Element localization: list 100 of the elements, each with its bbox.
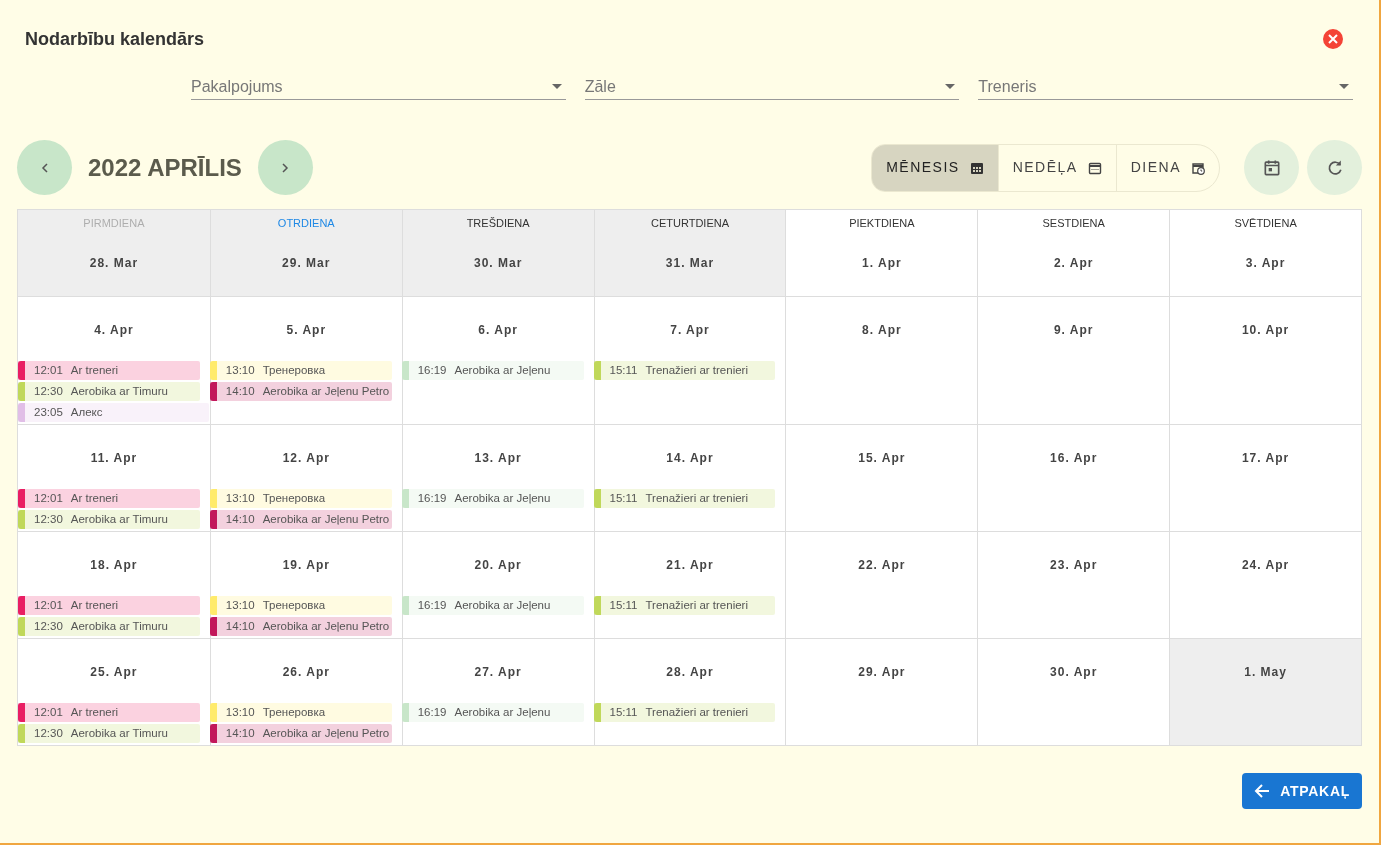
event-chip[interactable]: 16:19 Aerobika ar Jeļenu [401,361,584,380]
day-cell[interactable]: CETURTDIENA 31. Mar [593,210,786,296]
day-number: 15. Apr [858,450,906,467]
event-time: 12:30 [34,511,63,527]
dropdown-caret-icon [945,84,956,89]
event-title: Тренеровка [262,704,326,720]
weekday-label: SESTDIENA [1042,216,1105,231]
event-chip[interactable]: 12:01 Ar treneri [18,703,200,722]
day-number: 1. May [1244,664,1287,681]
event-title: Aerobika ar Jeļenu [454,597,551,613]
view-tab[interactable]: NEDĒĻA [997,144,1116,191]
event-chip[interactable]: 16:19 Aerobika ar Jeļenu [401,703,584,722]
day-number: 30. Apr [1050,664,1098,681]
weekday-label: SVĒTDIENA [1234,216,1297,231]
event-chip[interactable]: 13:10 Тренеровка [209,489,392,508]
event-time: 16:19 [417,704,447,720]
select-field[interactable]: Treneris [978,74,1353,100]
dialog-title: Nodarbību kalendārs [25,27,205,51]
event-chip[interactable]: 14:10 Aerobika ar Jeļenu Petro [209,382,392,401]
event-time: 15:11 [609,490,638,506]
event-title: Aerobika ar Jeļenu Petro [262,618,390,634]
day-number: 10. Apr [1241,322,1290,339]
event-time: 12:30 [34,725,63,741]
event-title: Aerobika ar Timuru [70,383,168,399]
event-chip[interactable]: 12:01 Ar treneri [18,361,200,380]
event-chip[interactable]: 12:30 Aerobika ar Timuru [18,724,200,743]
weekday-label: OTRDIENA [277,216,335,231]
close-icon[interactable] [1322,28,1344,50]
select-field[interactable]: Pakalpojums [191,74,566,100]
day-number: 31. Mar [665,254,715,272]
dropdown-caret-icon [1339,84,1349,89]
day-number: 3. Apr [1245,254,1286,272]
event-title: Trenažieri ar trenieri [645,362,748,378]
event-chip[interactable]: 15:11 Trenažieri ar trenieri [593,703,776,722]
event-chip[interactable]: 13:10 Тренеровка [209,703,392,722]
event-time: 13:10 [225,704,255,720]
event-title: Aerobika ar Timuru [70,511,168,527]
event-chip[interactable]: 14:10 Aerobika ar Jeļenu Petro [209,724,392,743]
day-cell[interactable]: TREŠDIENA 30. Mar [401,210,594,296]
day-number: 22. Apr [858,557,906,574]
day-number: 21. Apr [666,557,714,574]
event-title: Aerobika ar Jeļenu [454,362,551,378]
day-number: 20. Apr [474,557,522,574]
day-number: 4. Apr [94,322,134,339]
weekday-label: CETURTDIENA [650,216,729,231]
day-number: 27. Apr [474,664,522,681]
event-chip[interactable]: 12:30 Aerobika ar Timuru [18,617,200,636]
day-number: 8. Apr [862,322,902,339]
event-time: 12:01 [34,597,63,613]
day-number: 14. Apr [666,450,714,467]
event-chip[interactable]: 15:11 Trenažieri ar trenieri [593,596,776,615]
select-field[interactable]: Zāle [584,74,960,100]
event-chip[interactable]: 15:11 Trenažieri ar trenieri [593,489,776,508]
event-chip[interactable]: 12:01 Ar treneri [18,489,200,508]
event-title: Ar treneri [70,597,119,613]
event-chip[interactable]: 12:30 Aerobika ar Timuru [18,382,200,401]
day-number: 6. Apr [478,322,518,339]
day-number: 18. Apr [90,557,138,574]
event-chip[interactable]: 13:10 Тренеровка [209,361,392,380]
day-number: 25. Apr [90,664,138,681]
event-chip[interactable]: 16:19 Aerobika ar Jeļenu [401,489,584,508]
event-chip[interactable]: 14:10 Aerobika ar Jeļenu Petro [209,510,392,529]
event-title: Trenažieri ar trenieri [645,490,748,506]
day-number: 17. Apr [1241,450,1290,467]
event-time: 12:01 [34,490,63,506]
weekday-label: PIEKTDIENA [849,216,915,231]
back-button[interactable]: ATPAKAĻ [1242,773,1362,809]
event-time: 14:10 [225,383,255,399]
event-title: Тренеровка [262,597,326,613]
event-title: Aerobika ar Jeļenu Petro [262,383,390,399]
view-tab[interactable]: DIENA [1115,144,1219,191]
event-time: 15:11 [609,597,638,613]
event-chip[interactable]: 15:11 Trenažieri ar trenieri [593,361,776,380]
day-number: 12. Apr [282,450,330,467]
day-number: 9. Apr [1053,322,1094,339]
day-cell[interactable]: PIRMDIENA 28. Mar [18,210,210,296]
event-chip[interactable]: 23:05 Алекс [18,403,209,422]
event-chip[interactable]: 12:01 Ar treneri [18,596,200,615]
day-cell[interactable]: 1. May [1169,639,1361,745]
view-tab[interactable]: MĒNESIS [872,144,998,191]
event-time: 15:11 [609,704,638,720]
day-number: 24. Apr [1241,557,1290,574]
day-number: 19. Apr [282,557,330,574]
previous-month-button[interactable] [17,140,72,195]
day-number: 16. Apr [1050,450,1098,467]
day-number: 26. Apr [282,664,330,681]
event-time: 13:10 [225,362,255,378]
event-time: 23:05 [34,404,63,420]
event-chip[interactable]: 14:10 Aerobika ar Jeļenu Petro [209,617,392,636]
event-title: Aerobika ar Timuru [70,618,168,634]
event-time: 14:10 [225,511,255,527]
day-cell[interactable]: OTRDIENA 29. Mar [209,210,402,296]
next-month-button[interactable] [257,140,313,195]
event-title: Trenažieri ar trenieri [645,597,748,613]
event-chip[interactable]: 13:10 Тренеровка [209,596,392,615]
event-chip[interactable]: 12:30 Aerobika ar Timuru [18,510,200,529]
dropdown-caret-icon [551,84,562,89]
day-number: 29. Apr [858,664,906,681]
event-title: Aerobika ar Jeļenu Petro [262,511,390,527]
event-chip[interactable]: 16:19 Aerobika ar Jeļenu [401,596,584,615]
